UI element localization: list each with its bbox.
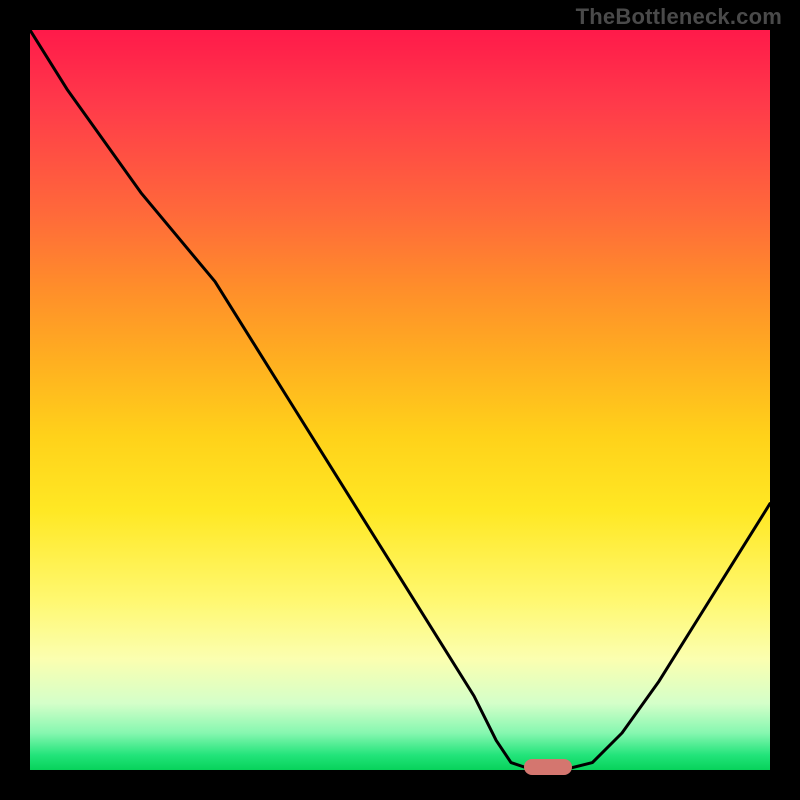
chart-plot-area <box>30 30 770 770</box>
watermark-text: TheBottleneck.com <box>576 4 782 30</box>
bottleneck-curve <box>30 30 770 770</box>
optimal-marker <box>524 759 572 775</box>
chart-frame: TheBottleneck.com <box>0 0 800 800</box>
